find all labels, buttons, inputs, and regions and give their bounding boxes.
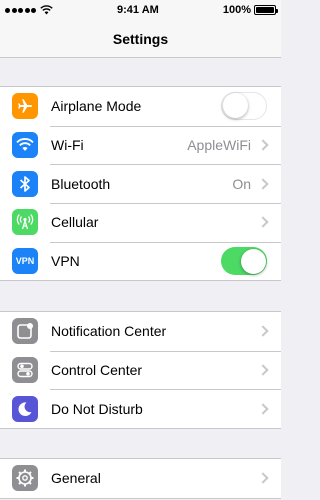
row-general[interactable]: General bbox=[0, 459, 281, 498]
row-label-vpn: VPN bbox=[51, 253, 80, 270]
bluetooth-icon bbox=[12, 170, 38, 197]
connectivity-group: Airplane Mode Wi-Fi AppleWiFi Bluetooth … bbox=[0, 86, 281, 282]
chevron-right-icon bbox=[257, 472, 269, 485]
notification-center-icon bbox=[12, 318, 38, 345]
status-bar: 9:41 AM 100% bbox=[0, 0, 281, 20]
moon-icon bbox=[12, 395, 38, 422]
wifi-network-value: AppleWiFi bbox=[187, 137, 251, 154]
chevron-right-icon bbox=[257, 139, 269, 151]
vpn-toggle[interactable] bbox=[221, 247, 267, 276]
row-airplane-mode[interactable]: Airplane Mode bbox=[0, 87, 281, 126]
battery-icon bbox=[253, 5, 278, 15]
row-bluetooth[interactable]: Bluetooth On bbox=[0, 164, 281, 203]
battery-percent: 100% bbox=[222, 4, 251, 16]
wifi-icon bbox=[12, 132, 38, 159]
wifi-icon bbox=[40, 5, 53, 15]
row-label-do-not-disturb: Do Not Disturb bbox=[51, 400, 143, 417]
chevron-right-icon bbox=[257, 216, 269, 229]
row-label-control-center: Control Center bbox=[51, 362, 143, 379]
chevron-right-icon bbox=[257, 325, 269, 338]
airplane-mode-toggle[interactable] bbox=[221, 92, 267, 121]
row-label-airplane-mode: Airplane Mode bbox=[51, 98, 142, 115]
status-left bbox=[5, 5, 53, 15]
row-vpn[interactable]: VPN VPN bbox=[0, 241, 281, 281]
cellular-icon bbox=[12, 209, 38, 236]
navigation-bar: Settings bbox=[0, 20, 281, 58]
chevron-right-icon bbox=[257, 178, 269, 190]
row-wifi[interactable]: Wi-Fi AppleWiFi bbox=[0, 125, 281, 165]
vpn-icon-text: VPN bbox=[15, 256, 35, 267]
row-label-wifi: Wi-Fi bbox=[51, 137, 84, 154]
settings-screen: 9:41 AM 100% Settings Airplane Mode Wi-F… bbox=[0, 0, 281, 500]
general-group: General bbox=[0, 458, 281, 499]
chevron-right-icon bbox=[257, 403, 269, 415]
page-title: Settings bbox=[112, 30, 169, 47]
chevron-right-icon bbox=[257, 364, 269, 376]
status-time: 9:41 AM bbox=[117, 4, 159, 16]
vpn-icon: VPN bbox=[12, 248, 38, 275]
row-label-general: General bbox=[51, 470, 101, 487]
row-label-cellular: Cellular bbox=[51, 214, 99, 231]
row-control-center[interactable]: Control Center bbox=[0, 350, 281, 390]
signal-dots-icon bbox=[5, 7, 36, 13]
gear-icon bbox=[12, 465, 38, 492]
airplane-icon bbox=[12, 93, 38, 120]
status-right: 100% bbox=[222, 4, 278, 16]
row-do-not-disturb[interactable]: Do Not Disturb bbox=[0, 389, 281, 428]
row-cellular[interactable]: Cellular bbox=[0, 203, 281, 242]
row-label-notification-center: Notification Center bbox=[51, 323, 167, 340]
row-notification-center[interactable]: Notification Center bbox=[0, 312, 281, 351]
system-group: Notification Center Control Center Do No… bbox=[0, 311, 281, 430]
bluetooth-status-value: On bbox=[232, 175, 251, 192]
control-center-icon bbox=[12, 357, 38, 384]
row-label-bluetooth: Bluetooth bbox=[51, 175, 111, 192]
